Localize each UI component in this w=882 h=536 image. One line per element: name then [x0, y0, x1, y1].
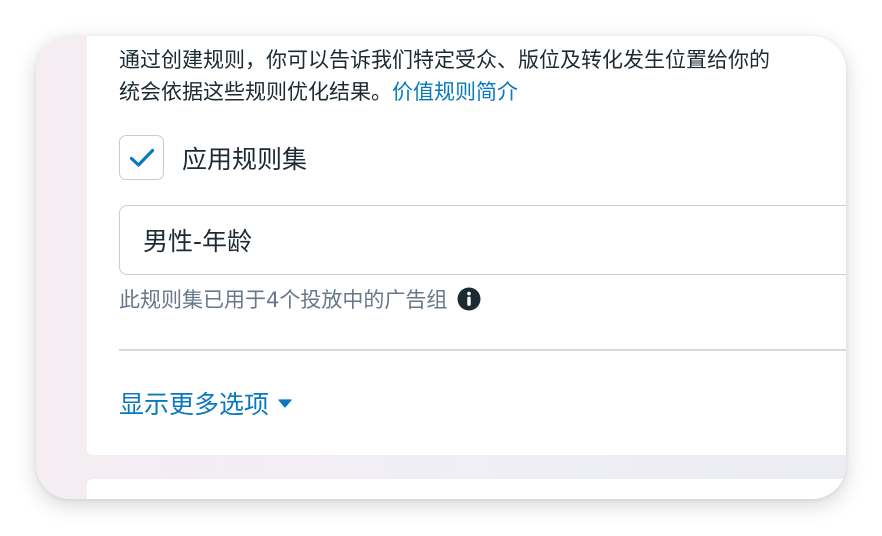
screenshot-stage: 通过创建规则，你可以告诉我们特定受众、版位及转化发生位置给你的 统会依据这些规则… [0, 0, 882, 536]
value-rules-card: 通过创建规则，你可以告诉我们特定受众、版位及转化发生位置给你的 统会依据这些规则… [87, 36, 846, 455]
rules-description-line-1: 通过创建规则，你可以告诉我们特定受众、版位及转化发生位置给你的 [119, 48, 770, 72]
app-window: 通过创建规则，你可以告诉我们特定受众、版位及转化发生位置给你的 统会依据这些规则… [36, 36, 846, 499]
show-more-options-button[interactable]: 显示更多选项 [119, 383, 292, 423]
value-rules-intro-link[interactable]: 价值规则简介 [392, 80, 518, 104]
rule-set-select[interactable]: 男性-年龄 [119, 205, 846, 275]
apply-rule-set-checkbox[interactable] [119, 135, 164, 180]
checkmark-icon [129, 148, 154, 167]
rules-description-text: 统会依据这些规则优化结果。 [119, 80, 392, 104]
rule-set-selected-value: 男性-年龄 [143, 227, 253, 256]
caret-down-icon [278, 398, 292, 408]
apply-rule-set-label: 应用规则集 [182, 144, 308, 174]
section-divider [119, 349, 846, 351]
apply-rule-set-row: 应用规则集 [119, 134, 307, 181]
rules-description-line-2: 统会依据这些规则优化结果。价值规则简介 [119, 76, 846, 108]
rules-description: 通过创建规则，你可以告诉我们特定受众、版位及转化发生位置给你的 统会依据这些规则… [119, 44, 846, 108]
rule-set-usage-text: 此规则集已用于4个投放中的广告组 [119, 288, 448, 312]
info-icon[interactable] [457, 287, 481, 311]
next-card [87, 479, 846, 499]
show-more-options-label: 显示更多选项 [119, 390, 270, 419]
rule-set-usage-note: 此规则集已用于4个投放中的广告组 [119, 282, 481, 316]
